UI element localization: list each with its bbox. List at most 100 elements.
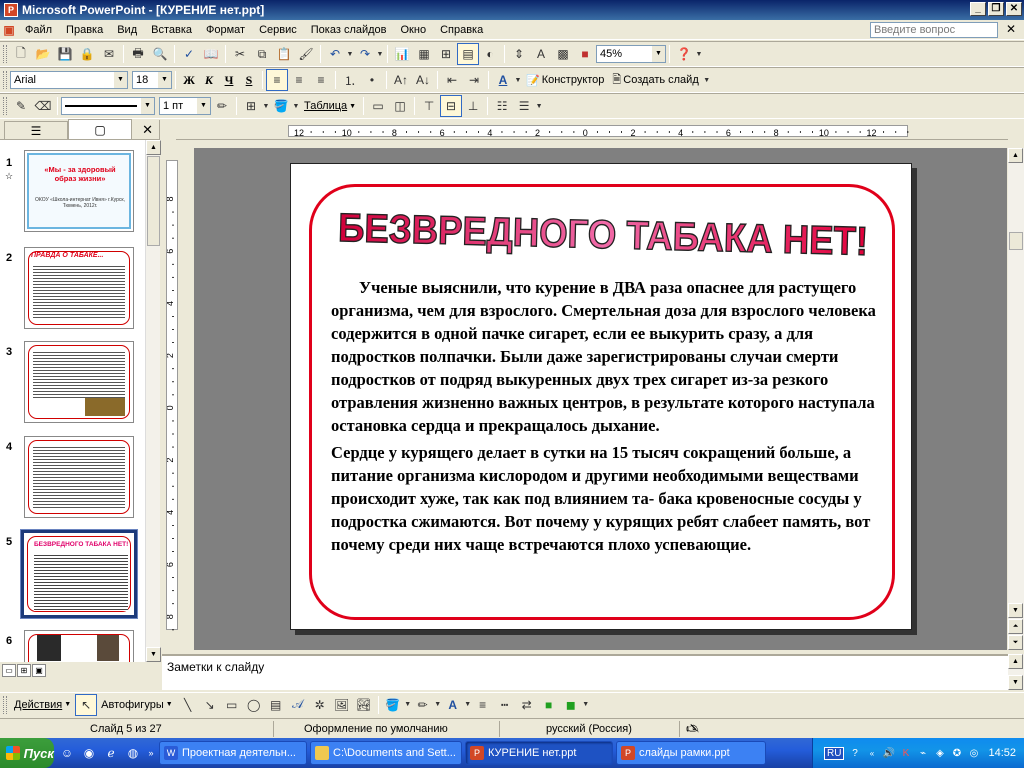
network-icon[interactable]: ⌁ — [916, 747, 929, 760]
line-style-select[interactable]: ▼ — [61, 97, 155, 115]
line-style-icon[interactable]: ≡ — [472, 694, 494, 716]
permission-icon[interactable]: 🔒 — [76, 43, 98, 65]
thumbs-scrollbar[interactable]: ▲ ▼ — [145, 140, 161, 662]
line-color-icon[interactable]: ✏ — [412, 694, 434, 716]
arrow-icon[interactable]: ↘ — [199, 694, 221, 716]
borders-dropdown-icon[interactable]: ▼ — [262, 95, 270, 117]
redo-icon[interactable]: ↷ — [354, 43, 376, 65]
line-width-select[interactable]: 1 пт ▼ — [159, 97, 211, 115]
menu-edit[interactable]: Правка — [59, 21, 110, 39]
shadow-style-icon[interactable]: ■ — [538, 694, 560, 716]
dash-style-icon[interactable]: ┅ — [494, 694, 516, 716]
scroll-up-icon[interactable]: ▲ — [146, 140, 161, 155]
zoom-select[interactable]: 45% ▼ — [596, 45, 666, 63]
decrease-font-icon[interactable]: A↓ — [412, 69, 434, 91]
picture-icon[interactable]: 🏞 — [353, 694, 375, 716]
tables-borders-icon[interactable]: ⊞ — [435, 43, 457, 65]
wordart-headline[interactable]: БЕЗВРЕДНОГО ТАБАКА НЕТ! — [333, 200, 873, 270]
pane-close-icon[interactable]: ✕ — [142, 122, 153, 138]
numbering-icon[interactable]: ⒈ — [339, 69, 361, 91]
minimize-button[interactable]: _ — [970, 2, 986, 16]
ql-expand-icon[interactable]: » — [146, 744, 156, 762]
print-icon[interactable]: 🖶 — [127, 43, 149, 65]
menu-tools[interactable]: Сервис — [252, 21, 304, 39]
scroll-down-icon[interactable]: ▼ — [1008, 603, 1023, 618]
toolbar-options-icon[interactable]: ▼ — [703, 69, 711, 91]
antivirus-icon[interactable]: K — [899, 747, 912, 760]
ql-firefox-icon[interactable]: ◍ — [124, 744, 142, 762]
menu-file[interactable]: Файл — [18, 21, 59, 39]
font-color-icon[interactable]: A — [492, 69, 514, 91]
increase-indent-icon[interactable]: ⇥ — [463, 69, 485, 91]
close-document-icon[interactable]: ✕ — [1006, 22, 1016, 36]
scroll-up-icon[interactable]: ▲ — [1008, 148, 1023, 163]
distribute-columns-icon[interactable]: ☰ — [513, 95, 535, 117]
volume-icon[interactable]: 🔊 — [882, 747, 895, 760]
normal-view-icon[interactable]: ▭ — [2, 663, 16, 677]
scroll-down-icon[interactable]: ▼ — [146, 647, 161, 662]
3d-style-icon[interactable]: ◼ — [560, 694, 582, 716]
align-top-icon[interactable]: ⊤ — [418, 95, 440, 117]
sorter-view-icon[interactable]: ⊞ — [17, 663, 31, 677]
format-painter-icon[interactable]: 🖌 — [295, 43, 317, 65]
toolbar-grip[interactable] — [3, 695, 7, 714]
border-color-icon[interactable]: ✏ — [211, 95, 233, 117]
language-status[interactable]: русский (Россия) — [500, 720, 680, 737]
help-search-input[interactable]: Введите вопрос — [870, 22, 998, 38]
spelling-status-icon[interactable]: 🖎 — [680, 721, 705, 737]
task-word[interactable]: W Проектная деятельн... — [159, 741, 307, 765]
align-left-icon[interactable]: ≡ — [266, 69, 288, 91]
scroll-down-icon[interactable]: ▼ — [1008, 675, 1023, 690]
bullets-icon[interactable]: • — [361, 69, 383, 91]
toolbar-grip[interactable] — [3, 45, 7, 63]
diagram-icon[interactable]: ✲ — [309, 694, 331, 716]
split-cell-icon[interactable]: ◫ — [389, 95, 411, 117]
oval-icon[interactable]: ◯ — [243, 694, 265, 716]
italic-button[interactable]: К — [199, 70, 219, 90]
fill-color-icon[interactable]: 🪣 — [382, 694, 404, 716]
menu-window[interactable]: Окно — [394, 21, 434, 39]
toolbar-grip[interactable] — [3, 71, 7, 89]
font-color-dropdown-icon[interactable]: ▼ — [514, 69, 522, 91]
language-indicator[interactable]: RU — [824, 746, 845, 760]
font-color-icon[interactable]: A — [442, 694, 464, 716]
designer-button[interactable]: 📝 Конструктор — [522, 74, 608, 87]
rectangle-icon[interactable]: ▭ — [221, 694, 243, 716]
slide-thumb-4[interactable] — [24, 436, 134, 518]
draw-table-icon[interactable]: ✎ — [10, 95, 32, 117]
fill-dropdown-icon[interactable]: ▼ — [292, 95, 300, 117]
align-middle-icon[interactable]: ⊟ — [440, 95, 463, 117]
security-icon[interactable]: ✪ — [950, 747, 963, 760]
document-icon[interactable]: ▣ — [0, 19, 18, 41]
slide-thumb-6[interactable] — [24, 630, 134, 664]
copy-icon[interactable]: ⧉ — [251, 43, 273, 65]
ql-ie-icon[interactable]: ℯ — [102, 744, 120, 762]
increase-font-icon[interactable]: A↑ — [390, 69, 412, 91]
open-folder-icon[interactable]: 📂 — [32, 43, 54, 65]
ql-browser-icon[interactable]: ◉ — [80, 744, 98, 762]
fill-color-icon[interactable]: 🪣 — [270, 95, 292, 117]
restore-button[interactable]: ❐ — [988, 2, 1004, 16]
textbox-icon[interactable]: ▤ — [265, 694, 287, 716]
menu-format[interactable]: Формат — [199, 21, 252, 39]
tray-expand-icon[interactable]: « — [865, 747, 878, 760]
shield-icon[interactable]: ◈ — [933, 747, 946, 760]
powerpoint-app-icon[interactable]: P — [4, 3, 18, 17]
toolbar-options-icon[interactable]: ▼ — [582, 694, 590, 716]
scroll-thumb[interactable] — [1009, 232, 1023, 250]
slide-thumb-2[interactable]: ПРАВДА О ТАБАКЕ... — [24, 247, 134, 329]
menu-slideshow[interactable]: Показ слайдов — [304, 21, 394, 39]
help-tray-icon[interactable]: ? — [848, 747, 861, 760]
spelling-icon[interactable]: ✓ — [178, 43, 200, 65]
clipart-icon[interactable]: 🖼 — [331, 694, 353, 716]
font-size-select[interactable]: 18 ▼ — [132, 71, 172, 89]
design-name[interactable]: Оформление по умолчанию — [274, 720, 500, 737]
align-center-icon[interactable]: ≡ — [288, 69, 310, 91]
task-explorer[interactable]: C:\Documents and Sett... — [310, 741, 462, 765]
transition-icon[interactable]: ☆ — [5, 171, 13, 182]
insert-table-icon[interactable]: ▦ — [413, 43, 435, 65]
scroll-thumb[interactable] — [147, 156, 160, 246]
line-color-dropdown-icon[interactable]: ▼ — [434, 694, 442, 716]
toolbar-grip[interactable] — [3, 97, 7, 115]
print-preview-icon[interactable]: 🔍 — [149, 43, 171, 65]
